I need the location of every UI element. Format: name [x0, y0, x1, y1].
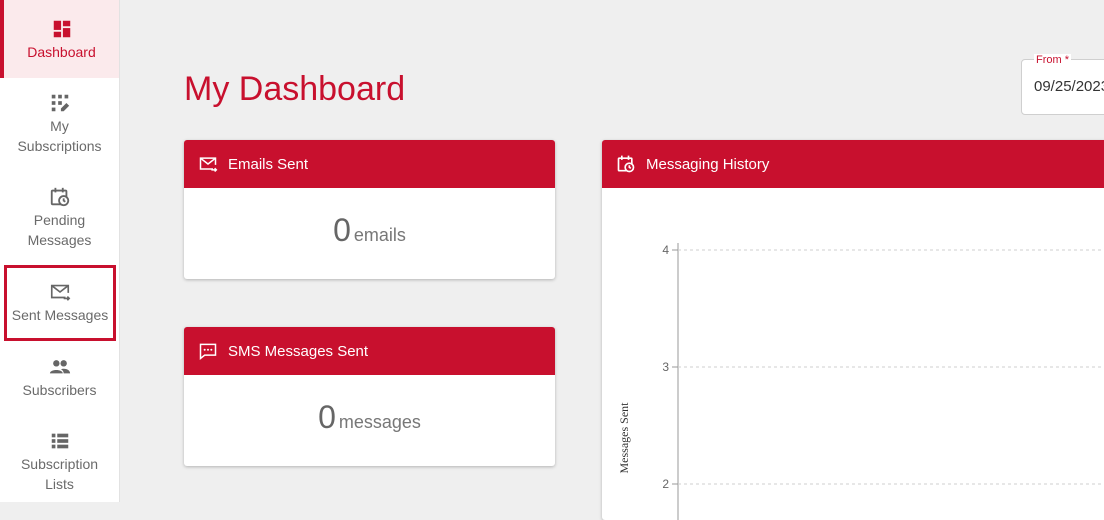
sidebar-item-my-subscriptions[interactable]: My Subscriptions	[0, 92, 119, 156]
emails-sent-count: 0	[333, 212, 351, 248]
emails-sent-body: 0 emails	[184, 188, 555, 249]
y-tick-label: 2	[662, 477, 669, 491]
emails-sent-title: Emails Sent	[228, 155, 309, 173]
sent-mail-icon	[199, 157, 218, 173]
from-date-input[interactable]	[1034, 78, 1104, 95]
subscriptions-icon	[51, 94, 69, 112]
sidebar-item-label: Dashboard	[27, 44, 96, 60]
dashboard-icon	[53, 20, 70, 38]
page-title: My Dashboard	[184, 70, 406, 108]
sidebar-item-dashboard[interactable]: Dashboard	[0, 0, 119, 78]
sent-mail-icon	[50, 284, 71, 301]
sms-sent-card: SMS Messages Sent 0 messages	[184, 327, 555, 466]
y-tick-label: 3	[662, 360, 669, 374]
sms-sent-title: SMS Messages Sent	[228, 342, 369, 360]
sidebar: Dashboard My Subscriptions Pending Messa…	[0, 0, 120, 502]
sidebar-item-label: Subscription Lists	[20, 456, 99, 492]
messaging-history-title: Messaging History	[646, 155, 770, 173]
sidebar-item-subscription-lists[interactable]: Subscription Lists	[0, 430, 119, 494]
sidebar-item-subscribers[interactable]: Subscribers	[0, 356, 119, 400]
emails-sent-card: Emails Sent 0 emails	[184, 140, 555, 279]
sidebar-item-pending-messages[interactable]: Pending Messages	[0, 186, 119, 250]
messaging-history-card: Messaging History Messages Sent 4 3 2	[602, 140, 1104, 520]
sms-sent-unit: messages	[338, 412, 421, 432]
pending-icon	[50, 187, 69, 207]
y-tick-label: 4	[662, 243, 669, 257]
list-icon	[51, 433, 68, 449]
from-date-field[interactable]: From *	[1021, 54, 1104, 115]
messaging-history-chart: Messages Sent 4 3 2	[617, 243, 1104, 520]
emails-sent-header: Emails Sent	[184, 140, 555, 188]
from-date-label: From *	[1034, 54, 1071, 66]
sidebar-item-label: Subscribers	[22, 382, 97, 398]
chat-icon	[199, 343, 217, 361]
sidebar-item-label: My Subscriptions	[17, 118, 102, 154]
sms-sent-count: 0	[318, 399, 336, 435]
messaging-history-header: Messaging History	[602, 140, 1104, 188]
sms-sent-header: SMS Messages Sent	[184, 327, 555, 375]
sidebar-item-label: Pending Messages	[27, 212, 92, 248]
sidebar-item-label: Sent Messages	[11, 307, 109, 323]
calendar-clock-icon	[617, 155, 635, 173]
sidebar-item-sent-messages[interactable]: Sent Messages	[4, 265, 116, 341]
people-icon	[49, 360, 70, 374]
y-axis-label: Messages Sent	[617, 402, 631, 474]
emails-sent-unit: emails	[353, 225, 406, 245]
sms-sent-body: 0 messages	[184, 375, 555, 436]
